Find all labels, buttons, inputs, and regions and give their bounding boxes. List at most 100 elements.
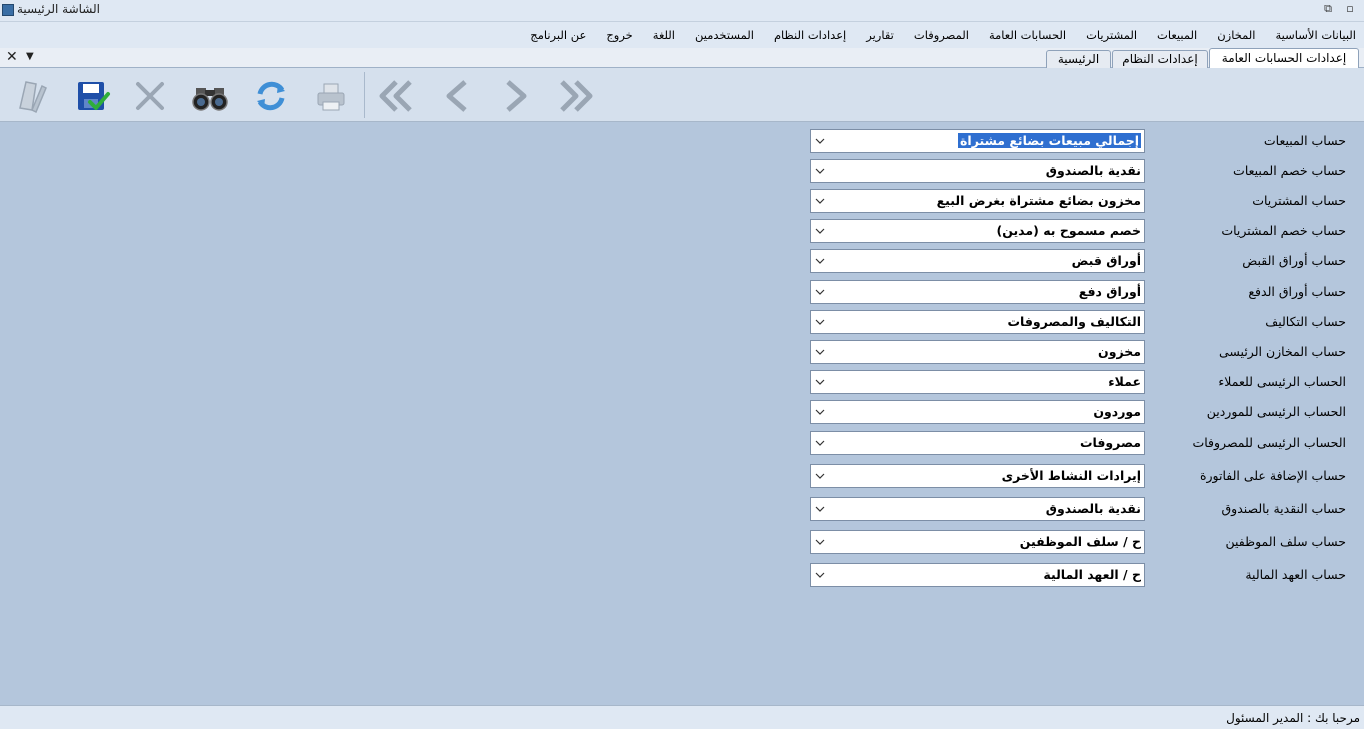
chevron-down-icon[interactable] <box>815 255 825 267</box>
sales-account-select[interactable]: إجمالي مبيعات بضائع مشتراة <box>810 129 1145 153</box>
chevron-down-icon[interactable] <box>815 286 825 298</box>
previous-record-icon <box>446 80 467 112</box>
chevron-down-icon[interactable] <box>815 195 825 207</box>
tab-strip: ✕ ▼ إعدادات الحسابات العامة إعدادات النظ… <box>0 48 1364 68</box>
menu-basic-data[interactable]: البيانات الأساسية <box>1276 28 1357 42</box>
delete-button[interactable] <box>130 76 170 116</box>
first-record-button[interactable] <box>376 76 416 116</box>
purchases-discount-account-select[interactable]: خصم مسموح به (مدين) <box>810 219 1145 243</box>
chevron-down-icon[interactable] <box>815 225 825 237</box>
menu-users[interactable]: المستخدمين <box>695 28 754 42</box>
chevron-down-icon[interactable] <box>815 346 825 358</box>
combo-value: مخزون <box>1098 344 1141 359</box>
chevron-down-icon[interactable] <box>815 165 825 177</box>
previous-record-button[interactable] <box>437 76 477 116</box>
chevron-down-icon[interactable] <box>815 503 825 515</box>
window-title: الشاشة الرئيسية <box>17 2 100 16</box>
menu-expenses[interactable]: المصروفات <box>914 28 969 42</box>
field-label: حساب خصم المشتريات <box>1221 223 1346 238</box>
next-record-icon <box>506 80 527 112</box>
tab-system-settings[interactable]: إعدادات النظام <box>1112 50 1208 68</box>
field-row-invoice-addition-account: حساب الإضافة على الفاتورة إيرادات النشاط… <box>0 464 1364 488</box>
chevron-down-icon[interactable] <box>815 376 825 388</box>
field-label: حساب النقدية بالصندوق <box>1221 501 1346 516</box>
chevron-down-icon[interactable] <box>815 470 825 482</box>
main-stores-account-select[interactable]: مخزون <box>810 340 1145 364</box>
combo-value: نقدية بالصندوق <box>1045 501 1141 516</box>
cash-box-account-select[interactable]: نقدية بالصندوق <box>810 497 1145 521</box>
menu-system-settings[interactable]: إعدادات النظام <box>774 28 846 42</box>
notes-receivable-account-select[interactable]: أوراق قبض <box>810 249 1145 273</box>
refresh-button[interactable] <box>251 76 291 116</box>
field-row-financial-custody-account: حساب العهد المالية ح / العهد المالية <box>0 563 1364 587</box>
combo-value: خصم مسموح به (مدين) <box>996 223 1141 238</box>
field-row-purchases-discount-account: حساب خصم المشتريات خصم مسموح به (مدين) <box>0 219 1364 243</box>
field-label: حساب العهد المالية <box>1245 567 1346 582</box>
first-record-icon <box>379 80 412 112</box>
field-row-cash-box-account: حساب النقدية بالصندوق نقدية بالصندوق <box>0 497 1364 521</box>
menu-bar: البيانات الأساسية المخازن المبيعات المشت… <box>0 22 1364 48</box>
menu-sales[interactable]: المبيعات <box>1157 28 1197 42</box>
combo-value: التكاليف والمصروفات <box>1007 314 1141 329</box>
chevron-down-icon[interactable] <box>815 135 825 147</box>
field-label: حساب المبيعات <box>1263 133 1346 148</box>
save-button[interactable] <box>72 76 112 116</box>
combo-value: مخزون بضائع مشتراة بغرض البيع <box>936 193 1141 208</box>
edit-button[interactable] <box>12 76 52 116</box>
combo-value: أوراق دفع <box>1078 284 1141 299</box>
combo-value: نقدية بالصندوق <box>1045 163 1141 178</box>
chevron-down-icon[interactable] <box>815 406 825 418</box>
employee-advances-account-select[interactable]: ح / سلف الموظفين <box>810 530 1145 554</box>
customers-account-select[interactable]: عملاء <box>810 370 1145 394</box>
tab-general-accounts-settings[interactable]: إعدادات الحسابات العامة <box>1209 48 1359 68</box>
next-record-button[interactable] <box>496 76 536 116</box>
tab-home[interactable]: الرئيسية <box>1046 50 1111 68</box>
field-row-notes-payable-account: حساب أوراق الدفع أوراق دفع <box>0 280 1364 304</box>
field-row-purchases-account: حساب المشتريات مخزون بضائع مشتراة بغرض ا… <box>0 189 1364 213</box>
status-greeting: مرحبا بك : <box>1307 711 1360 725</box>
maximize-button[interactable]: ▫ <box>1340 1 1360 17</box>
suppliers-account-select[interactable]: موردون <box>810 400 1145 424</box>
field-label: الحساب الرئيسى للعملاء <box>1218 374 1346 389</box>
restore-button[interactable]: ⧉ <box>1318 1 1338 17</box>
field-row-sales-discount-account: حساب خصم المبيعات نقدية بالصندوق <box>0 159 1364 183</box>
menu-purchases[interactable]: المشتريات <box>1086 28 1137 42</box>
menu-reports[interactable]: تقارير <box>866 28 894 42</box>
menu-general-accounts[interactable]: الحسابات العامة <box>989 28 1066 42</box>
menu-language[interactable]: اللغة <box>653 28 675 42</box>
last-record-icon <box>560 80 593 112</box>
refresh-icon <box>257 81 285 111</box>
title-bar: الشاشة الرئيسية ⧉ ▫ <box>0 0 1364 22</box>
expenses-account-select[interactable]: مصروفات <box>810 431 1145 455</box>
invoice-addition-account-select[interactable]: إيرادات النشاط الأخرى <box>810 464 1145 488</box>
chevron-down-icon[interactable] <box>815 316 825 328</box>
field-row-notes-receivable-account: حساب أوراق القبض أوراق قبض <box>0 249 1364 273</box>
toolbar-separator <box>364 72 365 118</box>
notes-payable-account-select[interactable]: أوراق دفع <box>810 280 1145 304</box>
field-label: حساب التكاليف <box>1265 314 1346 329</box>
delete-icon <box>136 82 164 110</box>
chevron-down-icon[interactable] <box>815 536 825 548</box>
financial-custody-account-select[interactable]: ح / العهد المالية <box>810 563 1145 587</box>
app-icon <box>2 4 14 16</box>
menu-stores[interactable]: المخازن <box>1217 28 1255 42</box>
search-button[interactable] <box>190 76 230 116</box>
field-label: حساب المخازن الرئيسى <box>1218 344 1346 359</box>
combo-value: عملاء <box>1108 374 1141 389</box>
close-tab-icon[interactable]: ✕ <box>6 49 18 65</box>
sales-discount-account-select[interactable]: نقدية بالصندوق <box>810 159 1145 183</box>
chevron-down-icon[interactable] <box>815 437 825 449</box>
print-button[interactable] <box>311 76 351 116</box>
menu-exit[interactable]: خروج <box>606 28 632 42</box>
chevron-down-icon[interactable] <box>815 569 825 581</box>
field-row-main-stores-account: حساب المخازن الرئيسى مخزون <box>0 340 1364 364</box>
tab-list-dropdown-icon[interactable]: ▼ <box>26 50 34 64</box>
last-record-button[interactable] <box>556 76 596 116</box>
combo-value: إيرادات النشاط الأخرى <box>1001 468 1141 483</box>
menu-about[interactable]: عن البرنامج <box>530 28 586 42</box>
field-row-sales-account: حساب المبيعات إجمالي مبيعات بضائع مشتراة <box>0 129 1364 153</box>
costs-account-select[interactable]: التكاليف والمصروفات <box>810 310 1145 334</box>
toolbar <box>0 68 1364 122</box>
purchases-account-select[interactable]: مخزون بضائع مشتراة بغرض البيع <box>810 189 1145 213</box>
status-bar: مرحبا بك : المدير المسئول <box>0 705 1364 729</box>
